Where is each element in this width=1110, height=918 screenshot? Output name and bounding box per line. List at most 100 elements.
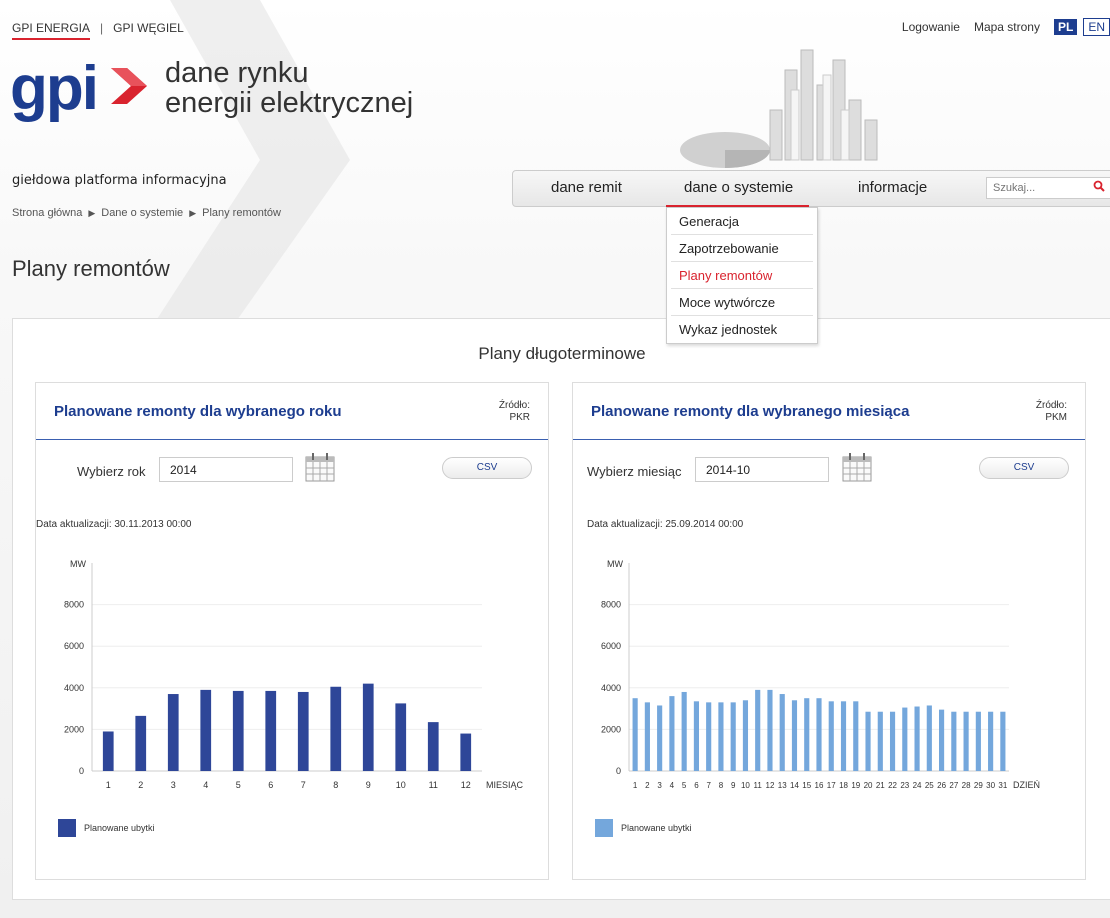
nav-informacje[interactable]: informacje (858, 179, 927, 196)
bar (730, 702, 736, 771)
y-axis-label: MW (70, 559, 86, 569)
year-label: Wybierz rok (77, 464, 146, 479)
x-tick-label: 26 (937, 781, 946, 790)
page-title: Plany remontów (12, 256, 170, 281)
x-tick-label: 12 (766, 781, 775, 790)
lang-en-button[interactable]: EN (1083, 18, 1110, 36)
nav-dane-o-systemie[interactable]: dane o systemie (665, 179, 810, 207)
x-tick-label: 8 (333, 780, 338, 790)
month-input[interactable] (695, 457, 829, 482)
x-tick-label: 11 (754, 781, 763, 790)
chart-legend: Planowane ubytki (58, 819, 155, 837)
x-tick-label: 21 (876, 781, 885, 790)
legend-swatch (58, 819, 76, 837)
x-tick-label: 20 (864, 781, 873, 790)
calendar-icon[interactable] (304, 452, 336, 482)
bar (657, 705, 663, 771)
bar (706, 702, 712, 771)
calendar-icon[interactable] (841, 452, 873, 482)
login-link[interactable]: Logowanie (902, 20, 960, 34)
legend-label: Planowane ubytki (84, 823, 155, 833)
last-updated: Data aktualizacji: 25.09.2014 00:00 (587, 519, 744, 530)
y-tick-label: 4000 (64, 683, 84, 693)
x-tick-label: 22 (888, 781, 897, 790)
bar (669, 696, 675, 771)
y-tick-label: 8000 (64, 600, 84, 610)
bar (427, 722, 439, 771)
bar (718, 702, 724, 771)
x-tick-label: 18 (839, 781, 848, 790)
menu-item-zapotrzebowanie[interactable]: Zapotrzebowanie (671, 235, 813, 262)
bar (1000, 711, 1006, 771)
x-tick-label: 1 (633, 781, 638, 790)
y-tick-label: 4000 (601, 683, 621, 693)
bar (828, 701, 834, 771)
breadcrumb-arrow-icon: ▶ (88, 208, 96, 218)
bar (632, 698, 638, 771)
x-tick-label: 17 (827, 781, 836, 790)
bar (963, 711, 969, 771)
panel-title: Plany długoterminowe (478, 344, 646, 363)
bar (297, 691, 309, 771)
source-label: Źródło: PKM (1036, 400, 1067, 424)
portal-link-energia[interactable]: GPI ENERGIA (12, 21, 91, 40)
y-tick-label: 2000 (64, 724, 84, 734)
source-value: PKM (1045, 412, 1067, 423)
bar (102, 731, 114, 771)
main-nav: dane remit dane o systemie informacje (512, 170, 1110, 207)
breadcrumb: Strona główna ▶ Dane o systemie ▶ Plany remo… (12, 207, 281, 219)
menu-item-generacja[interactable]: Generacja (671, 208, 813, 235)
breadcrumb-system[interactable]: Dane o systemie (101, 207, 183, 219)
nav-dane-remit[interactable]: dane remit (551, 179, 622, 196)
bar (902, 707, 908, 771)
x-tick-label: 16 (815, 781, 824, 790)
sitemap-link[interactable]: Mapa strony (974, 20, 1040, 34)
csv-export-button[interactable]: CSV (442, 457, 532, 479)
yearly-bar-chart: MW020004000600080001 2 3 4 5 6 7 8 9 10 11 12 MIESIĄ… (64, 559, 524, 790)
breadcrumb-current: Plany remontów (202, 207, 281, 219)
card-title: Planowane remonty dla wybranego roku (54, 403, 342, 420)
site-logo[interactable]: gpi dane rynku energii elektrycznej (10, 58, 413, 120)
menu-item-plany-remontow[interactable]: Plany remontów (671, 262, 813, 289)
card-header: Planowane remonty dla wybranego roku Źró… (36, 383, 548, 440)
y-tick-label: 0 (616, 766, 621, 776)
year-input[interactable] (159, 457, 293, 482)
bar (755, 689, 761, 771)
yearly-plans-card: Planowane remonty dla wybranego roku Źró… (35, 382, 549, 880)
search-input[interactable] (986, 177, 1110, 199)
x-tick-label: 10 (396, 780, 406, 790)
portal-link-wegiel[interactable]: GPI WĘGIEL (113, 21, 184, 35)
y-tick-label: 0 (79, 766, 84, 776)
x-tick-label: 7 (301, 780, 306, 790)
x-tick-label: 30 (986, 781, 995, 790)
x-axis-label: DZIEŃ (1013, 780, 1040, 790)
bar (914, 706, 920, 771)
y-tick-label: 6000 (64, 641, 84, 651)
x-tick-label: 14 (790, 781, 799, 790)
card-title: Planowane remonty dla wybranego miesiąca (591, 403, 910, 420)
x-axis-label: MIESIĄC (486, 780, 524, 790)
x-tick-label: 29 (974, 781, 983, 790)
bar (362, 683, 374, 771)
x-tick-label: 6 (268, 780, 273, 790)
menu-item-wykaz-jednostek[interactable]: Wykaz jednostek (671, 316, 813, 343)
x-tick-label: 5 (236, 780, 241, 790)
lang-pl-button[interactable]: PL (1053, 19, 1078, 35)
search-icon[interactable] (1093, 180, 1105, 192)
csv-export-button[interactable]: CSV (979, 457, 1069, 479)
x-tick-label: 15 (802, 781, 811, 790)
monthly-plans-card: Planowane remonty dla wybranego miesiąca… (572, 382, 1086, 880)
breadcrumb-home[interactable]: Strona główna (12, 207, 82, 219)
x-tick-label: 19 (851, 781, 860, 790)
menu-item-moce-wytworcze[interactable]: Moce wytwórcze (671, 289, 813, 316)
x-tick-label: 13 (778, 781, 787, 790)
x-tick-label: 31 (998, 781, 1007, 790)
bar (200, 689, 212, 771)
y-axis-label: MW (607, 559, 623, 569)
bar (693, 701, 699, 771)
card-header: Planowane remonty dla wybranego miesiąca… (573, 383, 1085, 440)
bar (926, 705, 932, 771)
legend-label: Planowane ubytki (621, 823, 692, 833)
long-term-plans-panel: Plany długoterminowe Planowane remonty d… (12, 318, 1110, 900)
bar (865, 711, 871, 771)
